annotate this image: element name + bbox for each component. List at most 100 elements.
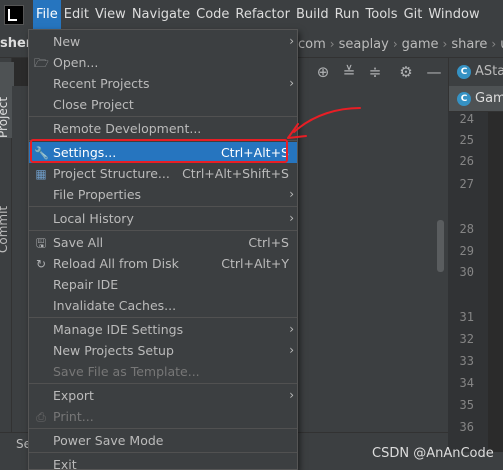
menu-item-reload-all[interactable]: ↻ Reload All from Disk Ctrl+Alt+Y — [29, 253, 297, 274]
menu-item-exit[interactable]: Exit — [29, 454, 297, 470]
menu-file[interactable]: File — [33, 0, 61, 30]
editor-tab-game[interactable]: C Gam — [448, 86, 503, 112]
menu-edit[interactable]: Edit — [61, 0, 92, 30]
menu-item-label: Print... — [53, 409, 94, 424]
minimize-icon[interactable]: — — [425, 63, 443, 81]
line-number: 25 — [459, 133, 474, 147]
menu-item-repair-ide[interactable]: Repair IDE — [29, 274, 297, 295]
save-icon: 🖫 — [35, 236, 47, 250]
file-menu-dropdown: New › 🗁 Open... Recent Projects › Close … — [28, 29, 298, 470]
menu-item-label: Invalidate Caches... — [53, 298, 177, 313]
crosshair-icon[interactable]: ⊕ — [314, 63, 332, 81]
breadcrumb-item[interactable]: game — [402, 37, 439, 52]
line-number: 27 — [459, 177, 474, 191]
line-number-gutter: 24 25 26 27 28 29 30 31 32 33 34 35 36 — [448, 112, 488, 452]
project-panel-scrollbar[interactable] — [437, 220, 444, 272]
menu-item-shortcut: Ctrl+Alt+Y — [221, 256, 289, 271]
project-toolbar: ⊕ ≚ ≑ ⚙ — — [298, 58, 448, 86]
chevron-right-icon: › — [392, 37, 398, 51]
menu-item-project-structure[interactable]: ▦ Project Structure... Ctrl+Alt+Shift+S — [29, 163, 297, 184]
collapse-all-icon[interactable]: ≑ — [366, 63, 384, 81]
menu-refactor[interactable]: Refactor — [232, 0, 293, 30]
expand-all-icon[interactable]: ≚ — [340, 63, 358, 81]
menu-git[interactable]: Git — [401, 0, 426, 30]
editor-tab-astar[interactable]: C AStar — [448, 58, 503, 86]
menu-tools[interactable]: Tools — [363, 0, 401, 30]
menu-run[interactable]: Run — [332, 0, 363, 30]
menu-item-label: Local History — [53, 211, 134, 226]
code-editor[interactable] — [488, 112, 503, 452]
menu-separator — [29, 452, 297, 453]
menu-item-label: Power Save Mode — [53, 433, 164, 448]
class-icon: C — [457, 65, 471, 79]
submenu-arrow-icon: › — [289, 76, 294, 90]
menu-item-file-properties[interactable]: File Properties › — [29, 184, 297, 205]
menu-item-label: Repair IDE — [53, 277, 119, 292]
menu-separator — [29, 428, 297, 429]
submenu-arrow-icon: › — [289, 343, 294, 357]
menu-item-recent-projects[interactable]: Recent Projects › — [29, 73, 297, 94]
line-number: 30 — [459, 265, 474, 279]
menu-item-invalidate-caches[interactable]: Invalidate Caches... — [29, 295, 297, 316]
line-number: 31 — [459, 310, 474, 324]
menu-item-label: Save File as Template... — [53, 364, 200, 379]
menu-window[interactable]: Window — [425, 0, 482, 30]
menu-item-shortcut: Ctrl+S — [248, 235, 289, 250]
menu-separator — [29, 317, 297, 318]
menu-item-open[interactable]: 🗁 Open... — [29, 52, 297, 73]
highlight-annotation-box — [30, 139, 288, 163]
menu-item-label: New Projects Setup — [53, 343, 174, 358]
submenu-arrow-icon: › — [289, 34, 294, 48]
menu-item-label: Export — [53, 388, 94, 403]
menu-item-close-project[interactable]: Close Project — [29, 94, 297, 115]
submenu-arrow-icon: › — [289, 187, 294, 201]
line-number: 33 — [459, 354, 474, 368]
menu-item-new-projects-setup[interactable]: New Projects Setup › — [29, 340, 297, 361]
menu-item-label: Exit — [53, 457, 77, 470]
menu-item-power-save-mode[interactable]: Power Save Mode — [29, 430, 297, 451]
menu-item-label: Remote Development... — [53, 121, 202, 136]
line-number: 28 — [459, 222, 474, 236]
menu-separator — [29, 206, 297, 207]
menu-code[interactable]: Code — [193, 0, 232, 30]
menu-item-label: Close Project — [53, 97, 134, 112]
menu-item-new[interactable]: New › — [29, 31, 297, 52]
left-tool-strip: Project Commit — [0, 58, 14, 470]
menu-item-export[interactable]: Export › — [29, 385, 297, 406]
line-number: 32 — [459, 332, 474, 346]
breadcrumb-item[interactable]: seaplay — [339, 37, 389, 52]
breadcrumb-item[interactable]: com — [298, 37, 326, 52]
line-number: 24 — [459, 112, 474, 126]
submenu-arrow-icon: › — [289, 388, 294, 402]
menu-separator — [29, 116, 297, 117]
menu-build[interactable]: Build — [293, 0, 332, 30]
menu-item-save-file-as-template: Save File as Template... — [29, 361, 297, 382]
menu-view[interactable]: View — [92, 0, 129, 30]
menu-item-label: Open... — [53, 55, 99, 70]
breadcrumb-item[interactable]: share — [451, 37, 487, 52]
editor-tab-label: Gam — [475, 91, 503, 106]
menu-item-label: Manage IDE Settings — [53, 322, 184, 337]
menu-navigate[interactable]: Navigate — [129, 0, 193, 30]
menu-item-label: Recent Projects — [53, 76, 150, 91]
menu-separator — [29, 230, 297, 231]
menu-item-label: Save All — [53, 235, 104, 250]
line-number: 36 — [459, 420, 474, 434]
menu-separator — [29, 383, 297, 384]
reload-icon: ↻ — [35, 257, 47, 271]
watermark-text: CSDN @AnAnCode — [372, 446, 494, 461]
menu-item-remote-development[interactable]: Remote Development... — [29, 118, 297, 139]
menu-item-shortcut: Ctrl+Alt+Shift+S — [182, 166, 289, 181]
menu-item-manage-ide-settings[interactable]: Manage IDE Settings › — [29, 319, 297, 340]
menu-item-label: Reload All from Disk — [53, 256, 179, 271]
menu-item-save-all[interactable]: 🖫 Save All Ctrl+S — [29, 232, 297, 253]
chevron-right-icon: › — [329, 37, 335, 51]
menu-item-print: ⎙ Print... — [29, 406, 297, 427]
menu-item-local-history[interactable]: Local History › — [29, 208, 297, 229]
chevron-right-icon: › — [491, 37, 497, 51]
submenu-arrow-icon: › — [289, 322, 294, 336]
menu-item-label: File Properties — [53, 187, 142, 202]
print-icon: ⎙ — [36, 410, 46, 424]
gear-icon[interactable]: ⚙ — [397, 63, 415, 81]
project-structure-icon: ▦ — [35, 167, 47, 181]
